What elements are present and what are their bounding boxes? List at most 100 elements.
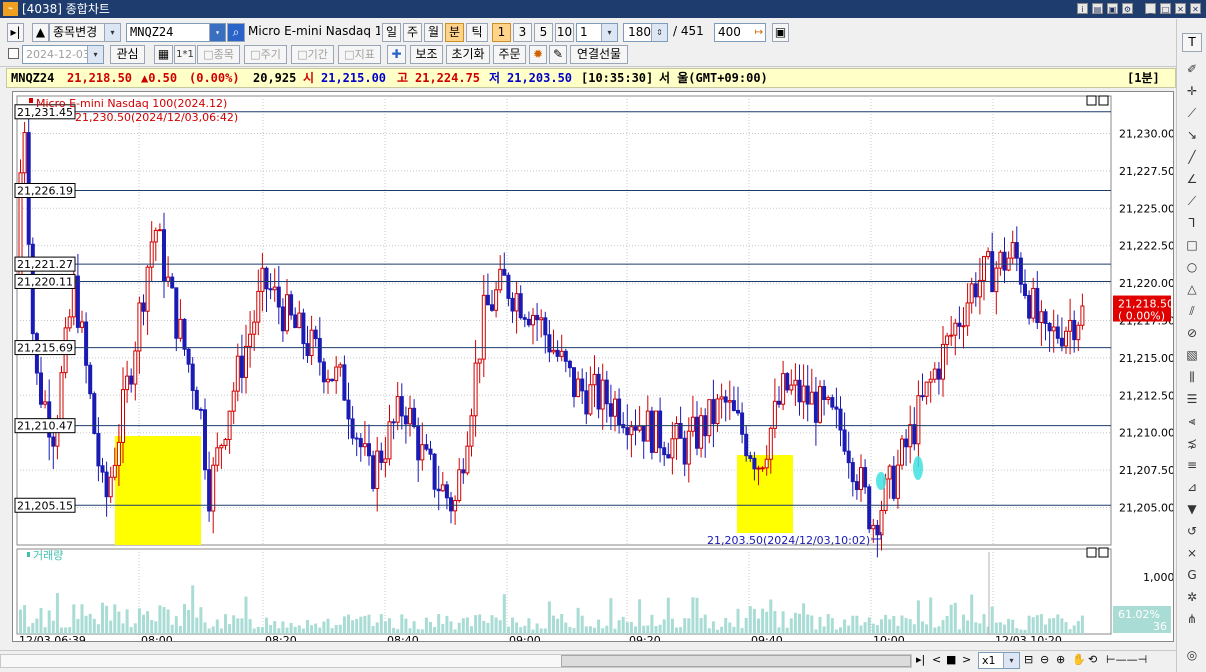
diagonal-line-icon[interactable]: ⟋ [1183,105,1201,121]
pan-icon[interactable]: ✋ [1072,653,1086,666]
symbol-tab-button[interactable]: □종목 [197,45,240,64]
chevron-down-icon[interactable]: ▾ [87,46,103,63]
channel-icon[interactable]: ⫽ [1183,303,1201,319]
symbol-input[interactable]: MNQZ24 ▾ [126,23,226,42]
fit-icon[interactable]: ⟲ [1088,653,1097,666]
trend-line-icon[interactable]: ↘ [1183,127,1201,143]
watch-button[interactable]: 관심 [110,45,145,64]
tree-icon[interactable]: ⋔ [1183,611,1201,627]
apply-icon[interactable]: ↦ [755,24,763,41]
search-button[interactable]: ⌕ [227,23,245,42]
close-button[interactable]: ✕ [1175,3,1186,14]
candle-body [256,290,261,323]
angle-icon[interactable]: ∠ [1183,171,1201,187]
period-minute[interactable]: 분 [445,23,464,42]
scroll-thumb[interactable] [561,655,911,667]
period-tick[interactable]: 틱 [466,23,488,42]
chevron-down-icon[interactable]: ▾ [104,24,120,41]
visible-count-input[interactable]: 400 ↦ [714,23,766,42]
chevron-down-icon[interactable]: ▾ [601,24,617,41]
arrow-down-icon[interactable]: ▼ [1183,501,1201,517]
settings-button[interactable]: ✹ [529,45,547,64]
view-toggle-icon[interactable]: ⊟ [1024,653,1033,666]
color-tool-icon[interactable]: G [1183,567,1201,583]
save-icon[interactable]: ▣ [1107,3,1118,14]
parallel-lines-icon[interactable]: ⊘ [1183,325,1201,341]
interval-5[interactable]: 5 [534,23,553,42]
chevron-down-icon[interactable]: ▾ [209,24,225,41]
chart-area[interactable]: 12/03,06:39 08:00 08:20 08:40 09:00 09:20 09:4… [12,91,1174,642]
up-button[interactable]: ▲ [32,23,49,42]
chevron-down-icon[interactable]: ▾ [1003,653,1019,668]
price-chart-svg[interactable]: 12/03,06:39 08:00 08:20 08:40 09:00 09:20 09:4… [13,92,1173,641]
maximize-button[interactable]: □ [1160,3,1171,14]
help-icon[interactable]: i [1077,3,1088,14]
interval-3[interactable]: 3 [513,23,532,42]
volume-bar [769,599,773,634]
rectangle-icon[interactable]: □ [1183,237,1201,253]
stepper-icon[interactable]: ⇕ [651,24,667,41]
box-pattern-icon[interactable]: ▧ [1183,347,1201,363]
period-month[interactable]: 월 [424,23,443,42]
close-button-2[interactable]: ✕ [1190,3,1201,14]
aux-button[interactable]: 보조 [410,45,443,64]
text-tool-button[interactable]: T [1182,33,1202,52]
fibonacci-icon[interactable]: ☰ [1183,391,1201,407]
linked-futures-button[interactable]: 연결선물 [570,45,628,64]
magnet-icon[interactable]: ↺ [1183,523,1201,539]
date-checkbox[interactable] [8,48,19,59]
candle-body [629,426,634,436]
play-button[interactable]: ▸| [7,23,24,42]
fibo-arc-icon[interactable]: ⋨ [1183,435,1201,451]
delete-all-icon[interactable]: ⨯ [1183,545,1201,561]
vertical-lines-icon[interactable]: ⫼ [1183,369,1201,385]
volume-bar [31,622,35,634]
candle-body [699,415,704,449]
interval-1[interactable]: 1 [492,23,511,42]
pointer-icon[interactable]: ✐ [1183,61,1201,77]
stop-icon[interactable]: ■ [946,653,956,666]
period-tab-button[interactable]: □주기 [244,45,287,64]
circle-icon[interactable]: ○ [1183,259,1201,275]
gann-icon[interactable]: ⊿ [1183,479,1201,495]
ruler-icon[interactable]: ⟋ [1183,193,1201,209]
triangle-icon[interactable]: △ [1183,281,1201,297]
prev-icon[interactable]: < [932,653,941,666]
zoom-in-icon[interactable]: ⊕ [1056,653,1065,666]
scroll-right-icon[interactable]: ▸| [916,653,925,666]
more-icon[interactable]: ◎ [1183,647,1201,663]
layout-1x1-button[interactable]: 1*1 [174,45,196,64]
reset-button[interactable]: 초기화 [446,45,490,64]
add-button[interactable]: ✚ [387,45,406,64]
settings-icon[interactable]: ⚙ [1122,3,1133,14]
grid-layout-button[interactable]: ▦ [154,45,173,64]
order-button[interactable]: 주문 [493,45,526,64]
change-symbol-button[interactable]: 종목변경 ▾ [49,23,121,42]
count-input[interactable]: 180 ⇕ [623,23,668,42]
zoom-select[interactable]: x1 ▾ [978,652,1020,669]
period-day[interactable]: 일 [382,23,401,42]
period-week[interactable]: 주 [403,23,422,42]
date-input[interactable]: 2024-12-03 ▾ [22,45,104,64]
next-icon[interactable]: > [962,653,971,666]
save-chart-button[interactable]: ▣ [772,23,789,42]
fibo-fan-icon[interactable]: ⫷ [1183,413,1201,429]
minimize-button[interactable]: _ [1145,3,1156,14]
interval-10[interactable]: 10 [555,23,574,42]
horizontal-scrollbar[interactable] [0,654,912,668]
indicator-tab-button[interactable]: □지표 [338,45,381,64]
crosshair-icon[interactable]: ✛ [1183,83,1201,99]
tools-button[interactable]: ✎ [549,45,567,64]
line-icon[interactable]: ╱ [1183,149,1201,165]
slider-icon[interactable]: ⊢——⊣ [1106,653,1147,666]
text-plus-icon[interactable]: Ꞁ [1183,215,1201,231]
range-tab-button[interactable]: □기간 [291,45,334,64]
candle-body [330,378,335,382]
zoom-out-icon[interactable]: ⊖ [1040,653,1049,666]
pattern-icon[interactable]: ✲ [1183,589,1201,605]
candle-body [297,312,302,329]
levels-icon[interactable]: ≡ [1183,457,1201,473]
interval-input[interactable]: 1 ▾ [576,23,618,42]
window-option-icon[interactable]: ▤ [1092,3,1103,14]
candle-body [756,467,761,470]
